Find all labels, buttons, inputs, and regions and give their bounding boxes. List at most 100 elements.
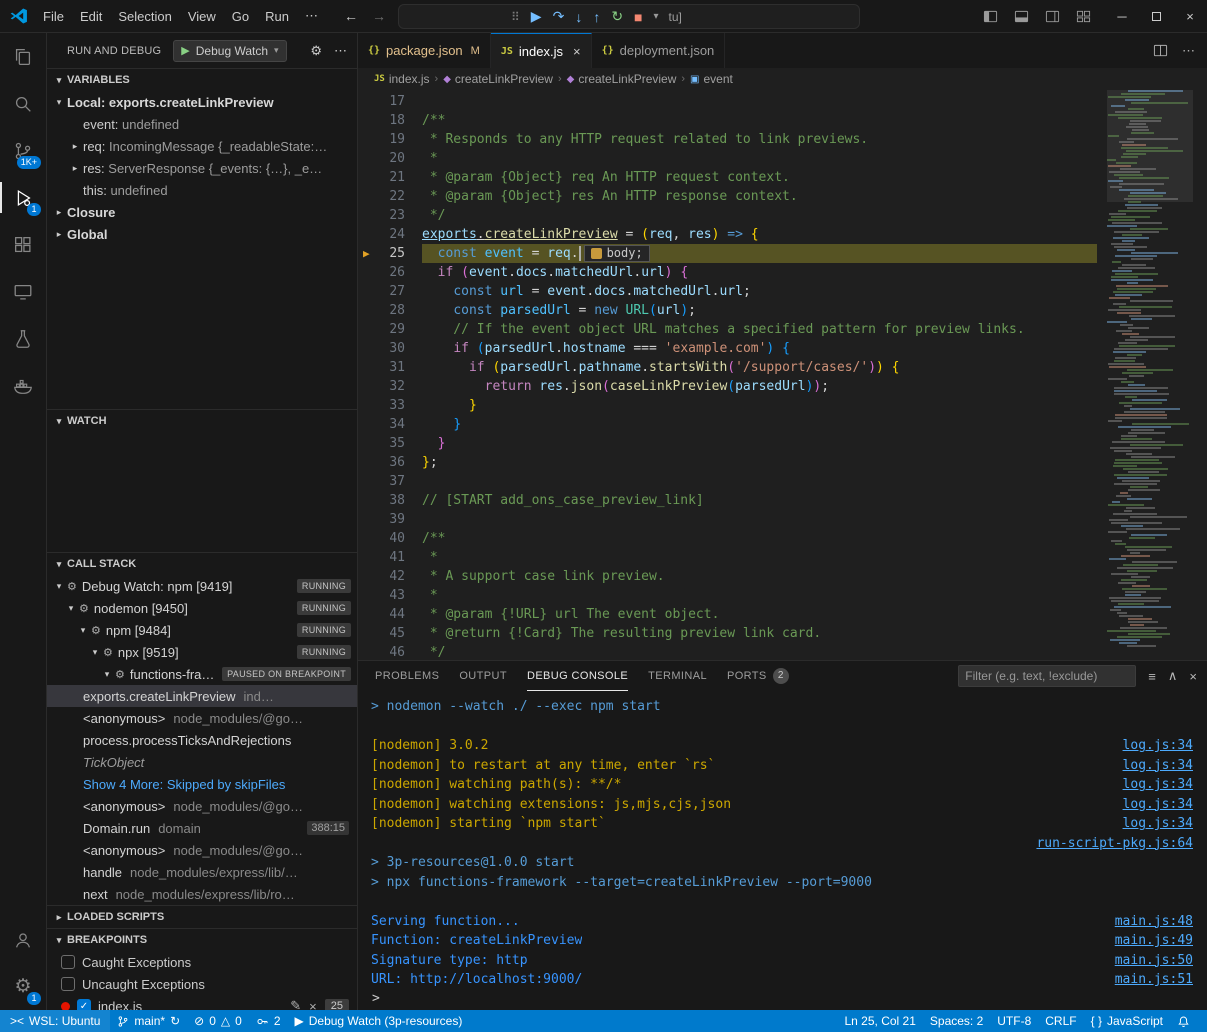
code-text[interactable]: * — [422, 586, 1097, 605]
panel-tab-ports[interactable]: PORTS2 — [727, 661, 789, 691]
variable-row[interactable]: ▾Local: exports.createLinkPreview — [47, 91, 357, 113]
stack-frame-row[interactable]: nextnode_modules/express/lib/ro… — [47, 883, 357, 905]
stack-frame-row[interactable]: process.processTicksAndRejections — [47, 729, 357, 751]
language-mode-indicator[interactable]: { } JavaScript — [1084, 1014, 1170, 1028]
panel-tab-debug-console[interactable]: DEBUG CONSOLE — [527, 661, 628, 691]
step-over-icon[interactable]: ↷ — [553, 8, 565, 25]
docker-icon[interactable] — [0, 362, 46, 409]
sidebar-more-actions-icon[interactable]: ⋯ — [334, 43, 347, 59]
menu-more-icon[interactable]: ⋯ — [297, 8, 326, 24]
debug-session-row[interactable]: ▾⚙functions-fra…PAUSED ON BREAKPOINT — [47, 663, 357, 685]
stack-frame-row[interactable]: handlenode_modules/express/lib/… — [47, 861, 357, 883]
stack-frame-row[interactable]: <anonymous>node_modules/@go… — [47, 707, 357, 729]
testing-icon[interactable] — [0, 315, 46, 362]
code-text[interactable]: * @param {!URL} url The event object. — [422, 605, 1097, 624]
code-text[interactable]: } — [422, 396, 1097, 415]
gutter[interactable]: 29 — [358, 320, 422, 339]
gutter[interactable]: 36 — [358, 453, 422, 472]
code-editor[interactable]: 1718/**19 * Responds to any HTTP request… — [358, 90, 1207, 660]
code-text[interactable]: */ — [422, 643, 1097, 660]
stack-frame-row[interactable]: Domain.rundomain388:15 — [47, 817, 357, 839]
breakpoint-row[interactable]: Uncaught Exceptions — [47, 973, 357, 995]
call-stack-section-header[interactable]: ▾ CALL STACK — [47, 553, 357, 575]
variables-section-header[interactable]: ▾ VARIABLES — [47, 69, 357, 91]
launch-configuration-dropdown[interactable]: ▶ Debug Watch ▾ — [173, 40, 286, 62]
cursor-position-indicator[interactable]: Ln 25, Col 21 — [838, 1014, 923, 1028]
stop-icon[interactable]: ■ — [634, 9, 642, 25]
tab-index.js[interactable]: JSindex.js× — [491, 33, 592, 68]
settings-gear-icon[interactable]: ⚙ 1 — [0, 963, 46, 1010]
source-location-link[interactable]: log.js:34 — [1123, 775, 1193, 795]
source-control-icon[interactable]: 1K+ — [0, 127, 46, 174]
gutter[interactable]: ▶25 — [358, 244, 422, 263]
code-text[interactable]: if (parsedUrl.hostname === 'example.com'… — [422, 339, 1097, 358]
menu-go[interactable]: Go — [224, 9, 257, 24]
variable-row[interactable]: ▸Global — [47, 223, 357, 245]
maximize-panel-icon[interactable]: ∧ — [1168, 668, 1178, 684]
code-text[interactable]: * @param {Object} res An HTTP response c… — [422, 187, 1097, 206]
code-text[interactable]: }; — [422, 453, 1097, 472]
panel-tab-problems[interactable]: PROBLEMS — [375, 661, 439, 691]
code-text[interactable]: return res.json(caseLinkPreview(parsedUr… — [422, 377, 1097, 396]
gutter[interactable]: 27 — [358, 282, 422, 301]
minimize-icon[interactable]: ─ — [1105, 0, 1139, 33]
toolbar-grip-icon[interactable]: ⠿ — [511, 10, 520, 24]
gutter[interactable]: 40 — [358, 529, 422, 548]
code-text[interactable]: /** — [422, 111, 1097, 130]
debug-session-row[interactable]: ▾⚙npm [9484]RUNNING — [47, 619, 357, 641]
gutter[interactable]: 21 — [358, 168, 422, 187]
code-text[interactable]: * Responds to any HTTP request related t… — [422, 130, 1097, 149]
gutter[interactable]: 43 — [358, 586, 422, 605]
console-input[interactable]: > — [358, 986, 1207, 1010]
breakpoint-row[interactable]: Caught Exceptions — [47, 951, 357, 973]
forward-icon[interactable]: → — [372, 8, 386, 24]
maximize-icon[interactable] — [1139, 0, 1173, 33]
breakpoint-checkbox[interactable] — [61, 977, 75, 991]
gutter[interactable]: 17 — [358, 92, 422, 111]
stack-frame-row[interactable]: exports.createLinkPreviewind… — [47, 685, 357, 707]
notifications-bell-icon[interactable] — [1170, 1015, 1197, 1028]
gutter[interactable]: 31 — [358, 358, 422, 377]
split-editor-icon[interactable] — [1153, 43, 1168, 58]
explorer-icon[interactable] — [0, 33, 46, 80]
menu-file[interactable]: File — [35, 9, 72, 24]
variable-row[interactable]: ▸res: ServerResponse {_events: {…}, _e… — [47, 157, 357, 179]
gutter[interactable]: 18 — [358, 111, 422, 130]
variable-row[interactable]: ▸Closure — [47, 201, 357, 223]
tab-deployment.json[interactable]: {}deployment.json — [592, 33, 726, 68]
source-location-link[interactable]: log.js:34 — [1123, 736, 1193, 756]
gutter[interactable]: 30 — [358, 339, 422, 358]
accounts-icon[interactable] — [0, 916, 46, 963]
eol-indicator[interactable]: CRLF — [1038, 1014, 1083, 1028]
menu-selection[interactable]: Selection — [110, 9, 179, 24]
debug-session-row[interactable]: ▾⚙nodemon [9450]RUNNING — [47, 597, 357, 619]
source-location-link[interactable]: main.js:49 — [1115, 931, 1193, 951]
variable-row[interactable]: this: undefined — [47, 179, 357, 201]
customize-layout-icon[interactable] — [1076, 9, 1091, 24]
gutter[interactable]: 44 — [358, 605, 422, 624]
debug-settings-gear-icon[interactable]: ⚙ — [310, 43, 322, 59]
stack-frame-row[interactable]: <anonymous>node_modules/@go… — [47, 839, 357, 861]
editor-more-actions-icon[interactable]: ⋯ — [1182, 43, 1195, 59]
code-text[interactable] — [422, 472, 1097, 491]
continue-icon[interactable]: ▶ — [531, 8, 542, 25]
code-text[interactable]: * @param {Object} req An HTTP request co… — [422, 168, 1097, 187]
menu-view[interactable]: View — [180, 9, 224, 24]
gutter[interactable]: 22 — [358, 187, 422, 206]
code-text[interactable]: } — [422, 434, 1097, 453]
start-debugging-icon[interactable]: ▶ — [181, 44, 189, 57]
code-text[interactable]: if (event.docs.matchedUrl.url) { — [422, 263, 1097, 282]
code-text[interactable]: * — [422, 149, 1097, 168]
breadcrumb-symbol[interactable]: ◆ createLinkPreview — [443, 72, 553, 86]
source-location-link[interactable]: main.js:51 — [1115, 970, 1193, 986]
code-text[interactable]: const url = event.docs.matchedUrl.url; — [422, 282, 1097, 301]
gutter[interactable]: 20 — [358, 149, 422, 168]
code-text[interactable]: * @return {!Card} The resulting preview … — [422, 624, 1097, 643]
source-location-link[interactable]: log.js:34 — [1123, 795, 1193, 815]
gutter[interactable]: 38 — [358, 491, 422, 510]
debug-session-row[interactable]: ▾⚙Debug Watch: npm [9419]RUNNING — [47, 575, 357, 597]
breakpoint-checkbox[interactable]: ✓ — [77, 999, 91, 1010]
breakpoints-section-header[interactable]: ▾ BREAKPOINTS — [47, 929, 357, 951]
source-location-link[interactable]: main.js:50 — [1115, 951, 1193, 971]
code-text[interactable]: */ — [422, 206, 1097, 225]
